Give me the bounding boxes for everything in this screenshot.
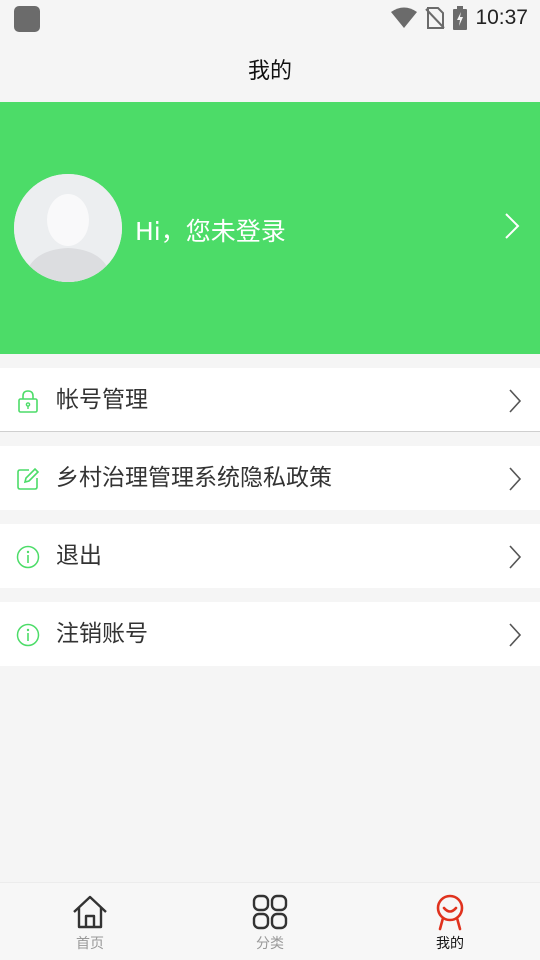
tab-profile[interactable]: 我的 bbox=[360, 883, 540, 960]
menu-item-privacy-policy[interactable]: 乡村治理管理系统隐私政策 bbox=[0, 446, 540, 510]
app-notification-icon bbox=[14, 6, 40, 32]
chevron-right-icon bbox=[505, 213, 520, 239]
avatar[interactable] bbox=[14, 174, 122, 282]
tab-label: 我的 bbox=[436, 936, 464, 952]
edit-icon bbox=[17, 467, 40, 490]
battery-charging-icon bbox=[453, 6, 468, 30]
lock-icon bbox=[18, 390, 38, 413]
tab-label: 分类 bbox=[256, 936, 284, 952]
menu-item-account-management[interactable]: 帐号管理 bbox=[0, 368, 540, 432]
menu-item-label: 帐号管理 bbox=[56, 387, 148, 413]
grid-icon bbox=[252, 894, 288, 930]
chevron-right-icon bbox=[509, 467, 522, 491]
menu-item-label: 注销账号 bbox=[56, 621, 148, 647]
info-icon bbox=[16, 545, 40, 569]
home-icon bbox=[73, 895, 107, 929]
tab-home[interactable]: 首页 bbox=[0, 883, 180, 960]
profile-header[interactable]: Hi，您未登录 bbox=[0, 102, 540, 354]
menu-item-label: 退出 bbox=[56, 543, 102, 569]
bottom-nav: 首页 分类 我的 bbox=[0, 882, 540, 960]
profile-icon bbox=[436, 894, 464, 931]
no-sim-icon bbox=[425, 7, 446, 29]
title-bar: 我的 bbox=[0, 36, 540, 102]
menu-item-logout[interactable]: 退出 bbox=[0, 524, 540, 588]
tab-category[interactable]: 分类 bbox=[180, 883, 360, 960]
login-prompt[interactable]: Hi，您未登录 bbox=[135, 212, 286, 248]
status-bar: 10:37 bbox=[0, 0, 540, 36]
default-avatar-icon bbox=[14, 174, 122, 282]
info-icon bbox=[16, 623, 40, 647]
menu-item-delete-account[interactable]: 注销账号 bbox=[0, 602, 540, 666]
divider bbox=[0, 431, 540, 432]
page-title: 我的 bbox=[247, 59, 292, 84]
chevron-right-icon bbox=[509, 545, 522, 569]
chevron-right-icon bbox=[509, 623, 522, 647]
chevron-right-icon bbox=[509, 389, 522, 413]
status-indicators: 10:37 bbox=[391, 4, 528, 32]
tab-label: 首页 bbox=[76, 936, 104, 952]
status-time: 10:37 bbox=[475, 6, 528, 29]
wifi-icon bbox=[391, 7, 418, 28]
menu-item-label: 乡村治理管理系统隐私政策 bbox=[56, 465, 332, 491]
